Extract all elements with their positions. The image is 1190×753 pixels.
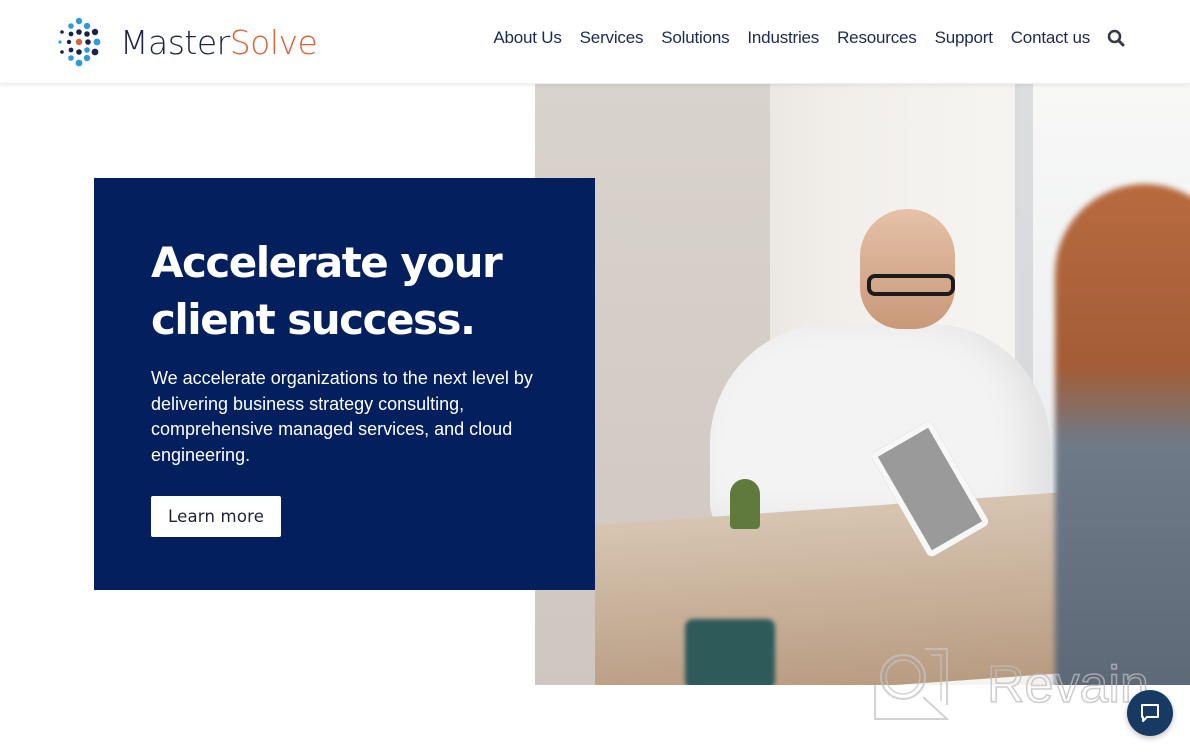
chat-button[interactable] xyxy=(1127,690,1173,736)
nav-about-us[interactable]: About Us xyxy=(493,28,562,48)
photo-man-head xyxy=(860,209,955,329)
nav-contact-us[interactable]: Contact us xyxy=(1011,28,1090,48)
photo-foreground-person xyxy=(1055,184,1190,685)
logo-link[interactable]: MasterSolve xyxy=(56,16,318,68)
main-nav: About Us Services Solutions Industries R… xyxy=(493,28,1126,48)
photo-plant xyxy=(730,479,760,529)
photo-cup xyxy=(685,619,775,685)
nav-resources[interactable]: Resources xyxy=(837,28,917,48)
nav-services[interactable]: Services xyxy=(580,28,644,48)
photo-glasses xyxy=(867,274,955,296)
hero-image-team-meeting xyxy=(535,84,1190,685)
nav-industries[interactable]: Industries xyxy=(747,28,819,48)
logo-text-master: Master xyxy=(120,22,230,62)
site-header: MasterSolve About Us Services Solutions … xyxy=(0,0,1190,84)
chat-bubble-icon xyxy=(1141,704,1159,722)
molecule-dots-logo-icon xyxy=(58,17,101,67)
hero-card: Accelerate your client success. We accel… xyxy=(94,178,595,590)
hero-title-line-1: Accelerate your xyxy=(151,238,503,287)
learn-more-button[interactable]: Learn more xyxy=(151,496,282,537)
hero-title: Accelerate your client success. xyxy=(151,234,539,348)
nav-support[interactable]: Support xyxy=(935,28,993,48)
hero-title-line-2: client success. xyxy=(151,295,476,344)
search-icon xyxy=(1107,29,1125,47)
nav-solutions[interactable]: Solutions xyxy=(661,28,729,48)
search-button[interactable] xyxy=(1106,28,1126,48)
hero-description: We accelerate organizations to the next … xyxy=(151,368,533,465)
logo-text-solve: Solve xyxy=(229,22,318,62)
logo-text: MasterSolve xyxy=(120,22,318,62)
